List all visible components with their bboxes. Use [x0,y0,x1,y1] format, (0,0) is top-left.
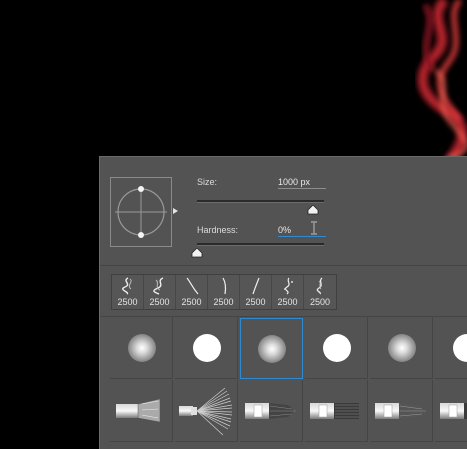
tip-size-label: 2500 [277,297,298,307]
recent-tip-3[interactable]: 2500 [176,275,208,309]
wisp-brush-icon [222,277,227,295]
hardness-slider-thumb[interactable] [191,245,203,258]
smoke-brush-icon [284,277,293,295]
preset-flat-bristle-brush[interactable] [435,380,467,442]
tip-size-label: 2500 [117,297,138,307]
tip-size-label: 2500 [309,297,331,307]
smoke-brush-icon [153,277,164,295]
soft-round-brush-icon [128,334,156,362]
preset-soft-round[interactable] [110,317,173,379]
wisp-brush-icon [186,277,199,295]
preset-round-bristle-brush[interactable] [370,380,433,442]
tip-size-label: 2500 [181,297,202,307]
size-label: Size: [197,177,218,187]
preset-soft-round[interactable] [370,317,433,379]
flat-brush-icon [116,398,161,423]
preset-flat-brush[interactable] [110,380,173,442]
preset-soft-round-selected[interactable] [240,318,303,379]
hardness-slider-track[interactable] [197,243,324,246]
recent-tip-4[interactable]: 2500 [208,275,240,309]
smoke-brush-icon [122,277,132,295]
brush-preset-grid [110,317,467,449]
round-bristle-brush-icon [375,403,426,419]
flat-bristle-brush-icon [440,403,467,419]
tip-size-label: 2500 [213,297,234,307]
round-bristle-brush-icon [245,403,296,419]
canvas-smoke-image [415,0,467,160]
size-slider-track[interactable] [197,200,324,203]
wisp-brush-icon [252,277,260,295]
recent-tip-5[interactable]: 2500 [240,275,272,309]
tip-size-label: 2500 [149,297,170,307]
hardness-label: Hardness: [197,225,239,235]
text-cursor-icon [309,221,319,240]
fan-brush-icon [179,387,233,436]
flat-bristle-brush-icon [310,403,359,419]
soft-round-brush-icon [388,334,416,362]
recent-brush-tips: 2500 2500 2500 2500 2500 2500 2500 [111,274,337,310]
recent-tip-1[interactable]: 2500 [112,275,144,309]
panel-menu-arrow-icon[interactable] [173,208,178,214]
smoke-brush-icon [316,277,323,295]
preset-round-bristle-brush[interactable] [240,380,303,442]
hard-round-brush-icon [323,334,351,362]
size-slider-thumb[interactable] [307,202,319,215]
recent-tip-7[interactable]: 2500 [304,275,336,309]
preset-fan-brush[interactable] [175,380,238,442]
recent-tip-2[interactable]: 2500 [144,275,176,309]
preset-hard-round[interactable] [305,317,368,379]
preset-hard-round[interactable] [175,317,238,379]
preset-hard-round[interactable] [435,317,467,379]
hard-round-brush-icon [453,334,467,362]
preset-flat-bristle-brush[interactable] [305,380,368,442]
brush-preset-panel: Size: 1000 px Hardness: 0% 2500 2500 250… [99,156,467,449]
tip-size-label: 2500 [245,297,266,307]
soft-round-brush-icon [258,335,286,363]
section-divider [100,265,467,266]
recent-tip-6[interactable]: 2500 [272,275,304,309]
brush-angle-roundness-preview[interactable] [110,177,172,247]
size-value-field[interactable]: 1000 px [278,177,326,189]
hard-round-brush-icon [193,334,221,362]
